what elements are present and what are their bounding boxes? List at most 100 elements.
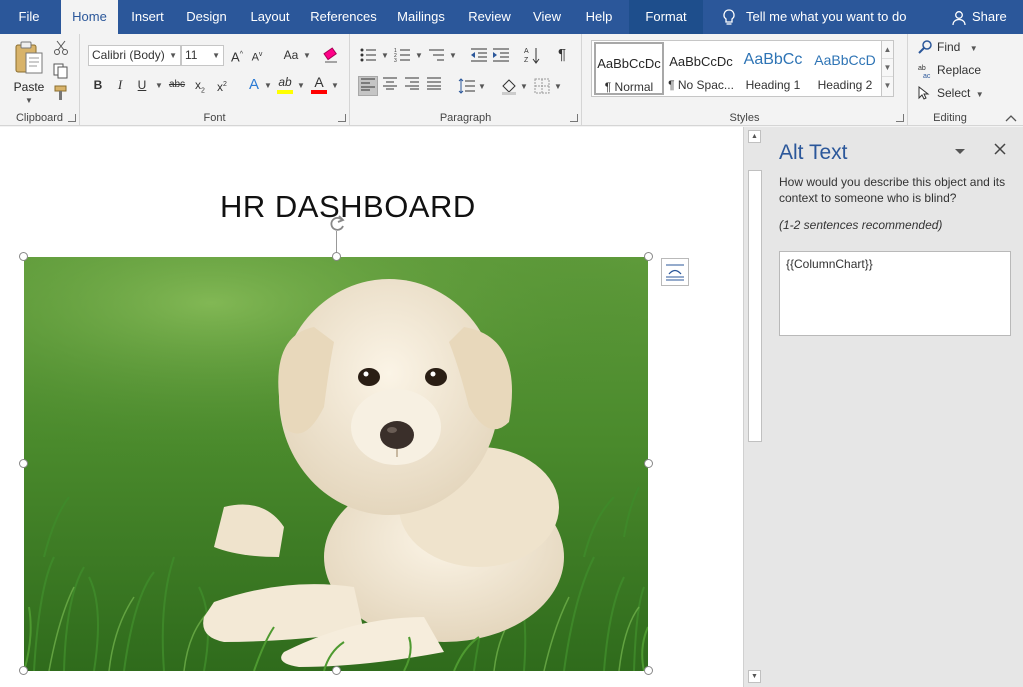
chevron-down-icon[interactable]: ▼ xyxy=(25,96,33,105)
chevron-down-icon[interactable]: ▼ xyxy=(520,82,528,91)
change-case-button[interactable]: Aa xyxy=(278,45,304,65)
close-icon[interactable] xyxy=(993,142,1007,156)
align-left-button[interactable] xyxy=(358,76,378,96)
style-name: Heading 1 xyxy=(745,78,801,92)
underline-button[interactable]: U xyxy=(132,75,152,95)
copy-icon[interactable] xyxy=(53,63,69,79)
grow-font-button[interactable]: A^ xyxy=(227,45,247,65)
scroll-up-icon[interactable]: ▲ xyxy=(748,130,761,143)
scroll-down-icon[interactable]: ▼ xyxy=(748,670,761,683)
font-color-bar xyxy=(311,90,327,94)
collapse-ribbon-icon[interactable] xyxy=(1005,114,1017,122)
document-scrollbar[interactable]: ▲ ▼ xyxy=(743,127,765,687)
pane-options-chevron-down-icon[interactable] xyxy=(953,145,967,159)
style-no-spacing[interactable]: AaBbCcDc ¶ No Spac... xyxy=(666,42,736,95)
tab-insert[interactable]: Insert xyxy=(120,0,175,34)
highlight-button[interactable]: ab xyxy=(275,72,295,92)
increase-indent-icon[interactable] xyxy=(492,47,510,63)
paragraph-dialog-launcher[interactable] xyxy=(570,114,578,122)
tab-design[interactable]: Design xyxy=(178,0,235,34)
clipboard-dialog-launcher[interactable] xyxy=(68,114,76,122)
replace-button[interactable]: ab ac Replace xyxy=(918,61,981,79)
tab-home[interactable]: Home xyxy=(61,0,118,34)
clear-formatting-icon[interactable] xyxy=(323,47,339,63)
format-painter-icon[interactable] xyxy=(53,85,69,101)
tell-me-search[interactable]: Tell me what you want to do xyxy=(716,0,906,34)
gallery-up-icon[interactable]: ▲ xyxy=(882,41,893,59)
tab-format[interactable]: Format xyxy=(629,0,703,34)
chevron-down-icon[interactable]: ▼ xyxy=(264,81,272,90)
gallery-down-icon[interactable]: ▼ xyxy=(882,59,893,77)
tab-review[interactable]: Review xyxy=(461,0,518,34)
share-button[interactable]: Share xyxy=(952,0,1007,34)
italic-button[interactable]: I xyxy=(110,75,130,95)
shading-icon[interactable] xyxy=(500,77,518,95)
gallery-more-icon[interactable]: ▼ xyxy=(882,77,893,95)
tab-file[interactable]: File xyxy=(0,0,58,34)
shrink-font-button[interactable]: Av xyxy=(247,45,267,65)
bold-button[interactable]: B xyxy=(88,75,108,95)
resize-handle-n[interactable] xyxy=(332,252,341,261)
font-name-combo[interactable]: Calibri (Body) ▼ xyxy=(88,45,181,66)
resize-handle-nw[interactable] xyxy=(19,252,28,261)
document-title[interactable]: HR DASHBOARD xyxy=(220,189,476,225)
style-heading-2[interactable]: AaBbCcD Heading 2 xyxy=(810,42,880,95)
justify-button[interactable] xyxy=(424,76,444,96)
superscript-button[interactable]: x2 xyxy=(212,75,232,95)
layout-options-button[interactable] xyxy=(661,258,689,286)
style-heading-1[interactable]: AaBbCc Heading 1 xyxy=(738,42,808,95)
tab-mailings[interactable]: Mailings xyxy=(388,0,454,34)
alt-text-description: How would you describe this object and i… xyxy=(779,175,1006,205)
resize-handle-se[interactable] xyxy=(644,666,653,675)
styles-dialog-launcher[interactable] xyxy=(896,114,904,122)
chevron-down-icon[interactable]: ▼ xyxy=(331,81,339,90)
find-icon xyxy=(918,40,932,54)
chevron-down-icon[interactable]: ▼ xyxy=(155,81,163,90)
tab-help[interactable]: Help xyxy=(577,0,621,34)
borders-icon[interactable] xyxy=(534,78,550,94)
chevron-down-icon[interactable]: ▼ xyxy=(303,51,311,60)
scrollbar-thumb[interactable] xyxy=(748,170,762,442)
chevron-down-icon[interactable]: ▼ xyxy=(297,81,305,90)
chevron-down-icon[interactable]: ▼ xyxy=(478,82,486,91)
tab-references[interactable]: References xyxy=(305,0,382,34)
tab-view[interactable]: View xyxy=(525,0,569,34)
sort-icon[interactable]: AZ xyxy=(524,46,540,64)
resize-handle-sw[interactable] xyxy=(19,666,28,675)
document-canvas[interactable]: HR DASHBOARD xyxy=(0,127,743,687)
cut-icon[interactable] xyxy=(53,40,69,56)
style-normal[interactable]: AaBbCcDc ¶ Normal xyxy=(594,42,664,95)
text-effects-button[interactable]: A xyxy=(244,75,264,95)
font-dialog-launcher[interactable] xyxy=(338,114,346,122)
chevron-down-icon[interactable]: ▼ xyxy=(554,82,562,91)
show-formatting-marks-icon[interactable]: ¶ xyxy=(552,45,572,65)
style-preview: AaBbCcDc xyxy=(597,56,661,71)
tab-layout[interactable]: Layout xyxy=(240,0,300,34)
numbering-icon[interactable]: 123 xyxy=(394,47,412,63)
select-label: Select xyxy=(937,86,971,100)
chevron-down-icon[interactable]: ▼ xyxy=(415,51,423,60)
find-button[interactable]: Find ▼ xyxy=(918,38,978,56)
chevron-down-icon[interactable]: ▼ xyxy=(381,51,389,60)
align-center-button[interactable] xyxy=(380,76,400,96)
resize-handle-w[interactable] xyxy=(19,459,28,468)
select-button[interactable]: Select ▼ xyxy=(918,84,984,102)
strikethrough-button[interactable]: abc xyxy=(166,75,188,95)
font-size-combo[interactable]: 11 ▼ xyxy=(181,45,224,66)
resize-handle-ne[interactable] xyxy=(644,252,653,261)
puppy-image[interactable] xyxy=(24,257,648,671)
alt-text-input[interactable]: {{ColumnChart}} xyxy=(779,251,1011,336)
clipboard-group: Paste ▼ Clipboard xyxy=(0,34,80,126)
rotate-handle-icon[interactable] xyxy=(327,215,347,233)
font-color-button[interactable]: A xyxy=(309,72,329,92)
paste-button[interactable]: Paste ▼ xyxy=(10,40,48,105)
chevron-down-icon[interactable]: ▼ xyxy=(449,51,457,60)
line-spacing-icon[interactable] xyxy=(458,78,476,94)
resize-handle-e[interactable] xyxy=(644,459,653,468)
subscript-button[interactable]: x2 xyxy=(190,75,210,95)
align-right-button[interactable] xyxy=(402,76,422,96)
resize-handle-s[interactable] xyxy=(332,666,341,675)
multilevel-list-icon[interactable] xyxy=(428,47,446,63)
decrease-indent-icon[interactable] xyxy=(470,47,488,63)
bullets-icon[interactable] xyxy=(360,47,378,63)
